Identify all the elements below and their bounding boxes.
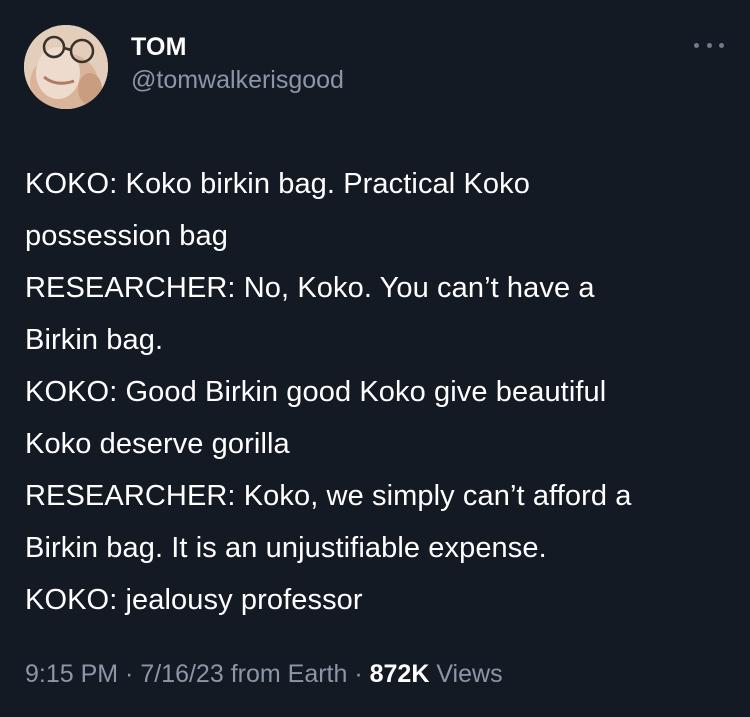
meta-separator: · [118, 660, 141, 688]
tweet-text-line: Birkin bag. [25, 324, 164, 356]
tweet-source: from Earth [223, 660, 348, 688]
profile-photo-icon [24, 25, 108, 109]
tweet-card: TOM @tomwalkerisgood KOKO: Koko birkin b… [0, 0, 750, 717]
tweet-header: TOM @tomwalkerisgood [24, 25, 344, 109]
views-count[interactable]: 872K [370, 660, 430, 688]
author-display-name[interactable]: TOM [131, 32, 344, 62]
more-horizontal-icon-dot-2 [706, 42, 712, 48]
tweet-time[interactable]: 9:15 PM [25, 660, 118, 688]
tweet-text-line: RESEARCHER: No, Koko. You can’t have a [25, 272, 595, 304]
tweet-text-line: possession bag [25, 220, 228, 252]
more-options-button[interactable] [694, 38, 724, 52]
tweet-text-line: KOKO: Koko birkin bag. Practical Koko [25, 168, 530, 200]
tweet-text-line: RESEARCHER: Koko, we simply can’t afford… [25, 480, 632, 512]
tweet-date[interactable]: 7/16/23 [140, 660, 223, 688]
tweet-text-line: KOKO: Good Birkin good Koko give beautif… [25, 376, 607, 408]
more-horizontal-icon-dot-3 [719, 42, 724, 48]
tweet-metadata: 9:15 PM · 7/16/23 from Earth · 872K View… [25, 658, 503, 690]
author-names: TOM @tomwalkerisgood [131, 32, 344, 96]
views-label: Views [429, 660, 503, 688]
more-horizontal-icon [694, 42, 699, 48]
author-handle[interactable]: @tomwalkerisgood [131, 64, 344, 96]
avatar[interactable] [24, 25, 108, 109]
tweet-text-line: KOKO: jealousy professor [25, 584, 363, 616]
tweet-text-line: Birkin bag. It is an unjustifiable expen… [25, 532, 547, 564]
meta-separator-2: · [347, 660, 370, 688]
tweet-text-line: Koko deserve gorilla [25, 428, 290, 460]
tweet-text: KOKO: Koko birkin bag. Practical Koko po… [25, 158, 735, 626]
